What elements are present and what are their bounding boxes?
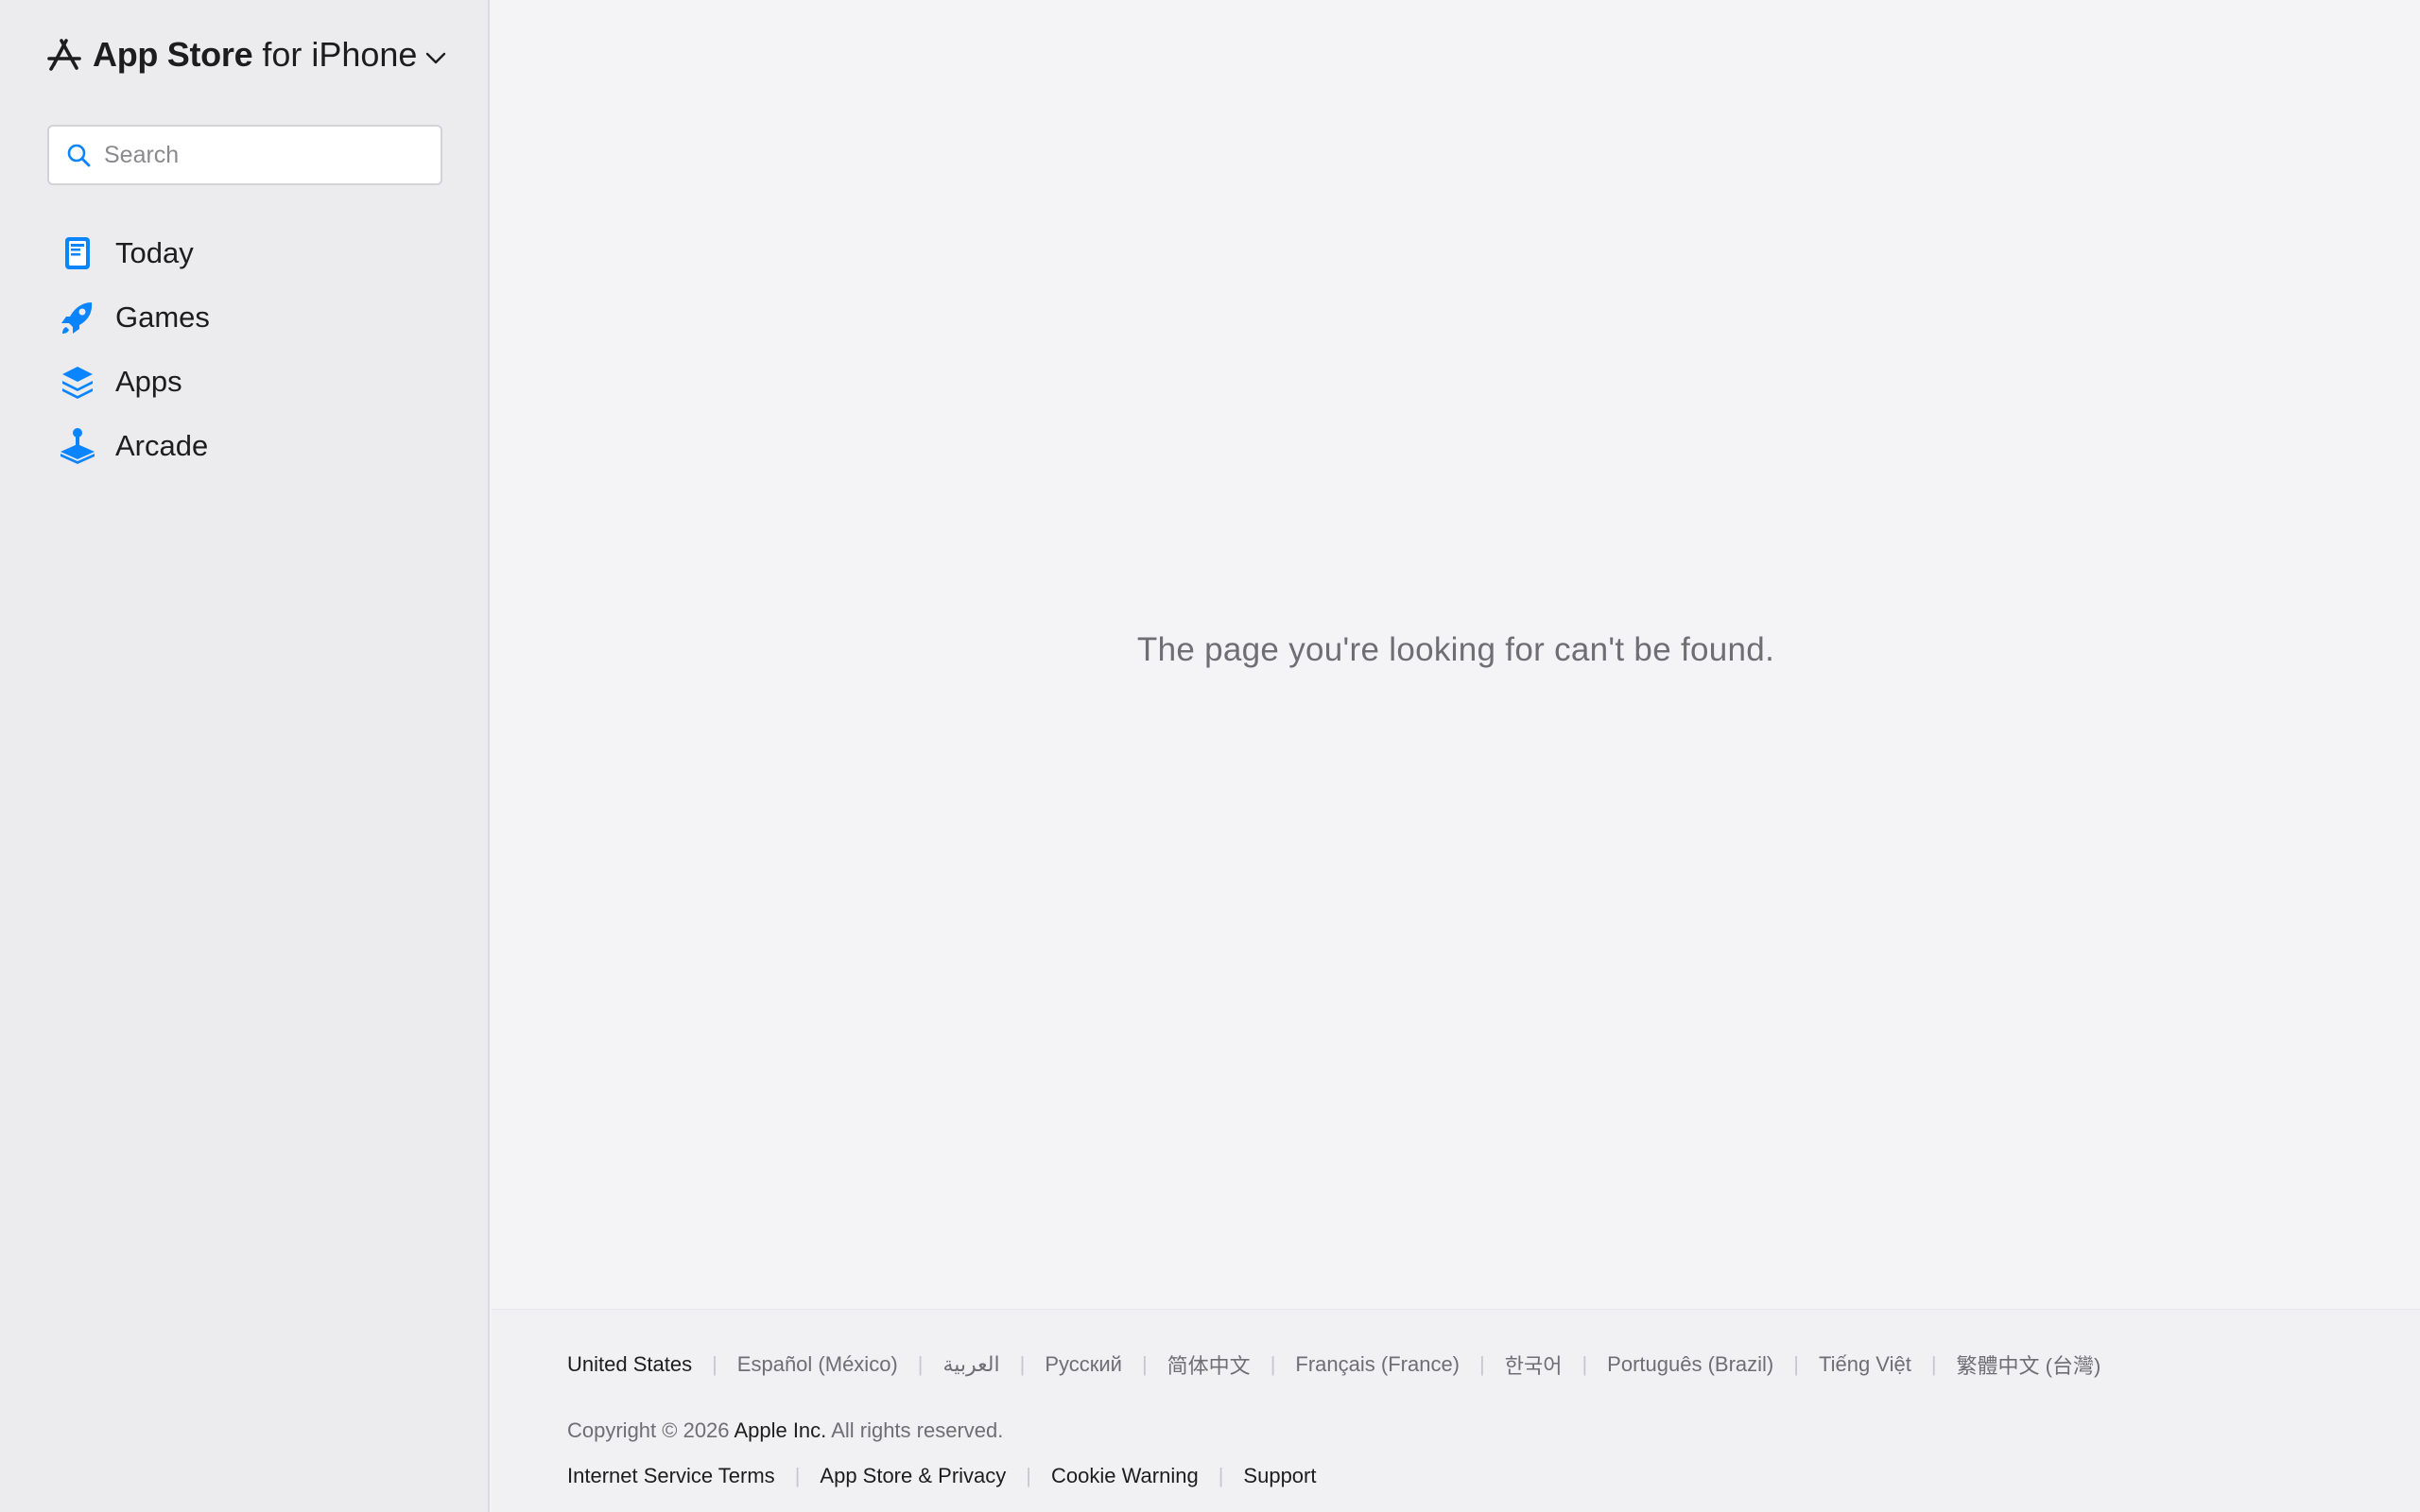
divider: | — [1270, 1352, 1276, 1376]
divider: | — [1582, 1352, 1588, 1376]
copyright: Copyright © 2026 Apple Inc. All rights r… — [567, 1418, 1003, 1443]
language-link[interactable]: Русский — [1045, 1352, 1122, 1377]
language-link[interactable]: 简体中文 — [1167, 1349, 1251, 1380]
internet-service-terms-link[interactable]: Internet Service Terms — [567, 1464, 775, 1488]
app-store-privacy-link[interactable]: App Store & Privacy — [820, 1464, 1006, 1488]
chevron-down-icon — [426, 52, 446, 64]
language-selector: United States | Español (México) | العرب… — [567, 1349, 2100, 1380]
divider: | — [1479, 1352, 1485, 1376]
search-box — [47, 125, 442, 185]
footer: United States | Español (México) | العرب… — [492, 1309, 2420, 1512]
sidebar-item-label: Arcade — [115, 429, 209, 462]
sidebar-item-label: Today — [115, 236, 194, 269]
language-link[interactable]: Tiếng Việt — [1819, 1352, 1911, 1377]
language-link[interactable]: 繁體中文 (台灣) — [1957, 1349, 2101, 1380]
divider: | — [1930, 1352, 1937, 1376]
divider: | — [1793, 1352, 1799, 1376]
app-store-logo-icon — [47, 39, 81, 71]
divider: | — [917, 1352, 924, 1376]
main-content: The page you're looking for can't be fou… — [492, 0, 2420, 1309]
support-link[interactable]: Support — [1243, 1464, 1316, 1488]
copyright-suffix: All rights reserved. — [831, 1418, 1004, 1442]
language-link[interactable]: Português (Brazil) — [1607, 1352, 1773, 1377]
language-link[interactable]: 한국어 — [1505, 1349, 1563, 1380]
divider: | — [1019, 1352, 1026, 1376]
divider: | — [1026, 1464, 1031, 1487]
search-icon — [67, 144, 91, 167]
sidebar-item-label: Apps — [115, 365, 182, 398]
copyright-prefix: Copyright © 2026 — [567, 1418, 730, 1442]
today-icon — [65, 237, 90, 269]
sidebar-item-label: Games — [115, 301, 210, 334]
language-link[interactable]: العربية — [942, 1352, 999, 1377]
platform-switcher[interactable]: App Store for iPhone — [45, 32, 447, 77]
sidebar-item-apps[interactable]: Apps — [55, 350, 452, 414]
language-current: United States — [567, 1352, 693, 1376]
joystick-icon — [60, 428, 95, 464]
language-link[interactable]: Español (México) — [737, 1352, 898, 1377]
sidebar-item-arcade[interactable]: Arcade — [55, 414, 452, 478]
divider: | — [1218, 1464, 1224, 1487]
app-store-window: App Store for iPhone Search Today Games … — [0, 0, 2420, 1512]
legal-links: Internet Service Terms | App Store & Pri… — [567, 1464, 1316, 1488]
language-link[interactable]: Français (France) — [1295, 1352, 1460, 1377]
divider: | — [712, 1352, 717, 1376]
cookie-warning-link[interactable]: Cookie Warning — [1051, 1464, 1199, 1488]
search-input[interactable] — [104, 141, 425, 169]
rocket-icon — [61, 302, 93, 334]
sidebar-item-today[interactable]: Today — [55, 221, 452, 285]
sidebar-nav: Today Games Apps Arcade — [55, 221, 452, 478]
sidebar-item-games[interactable]: Games — [55, 285, 452, 350]
brand-platform: for iPhone — [262, 35, 418, 74]
divider: | — [794, 1464, 801, 1487]
sidebar: App Store for iPhone Search Today Games … — [0, 0, 490, 1512]
brand-name: App Store — [93, 35, 253, 74]
company-link[interactable]: Apple Inc. — [734, 1418, 826, 1442]
divider: | — [1141, 1352, 1148, 1376]
apps-stack-icon — [62, 367, 93, 399]
not-found-message: The page you're looking for can't be fou… — [1136, 631, 1775, 668]
